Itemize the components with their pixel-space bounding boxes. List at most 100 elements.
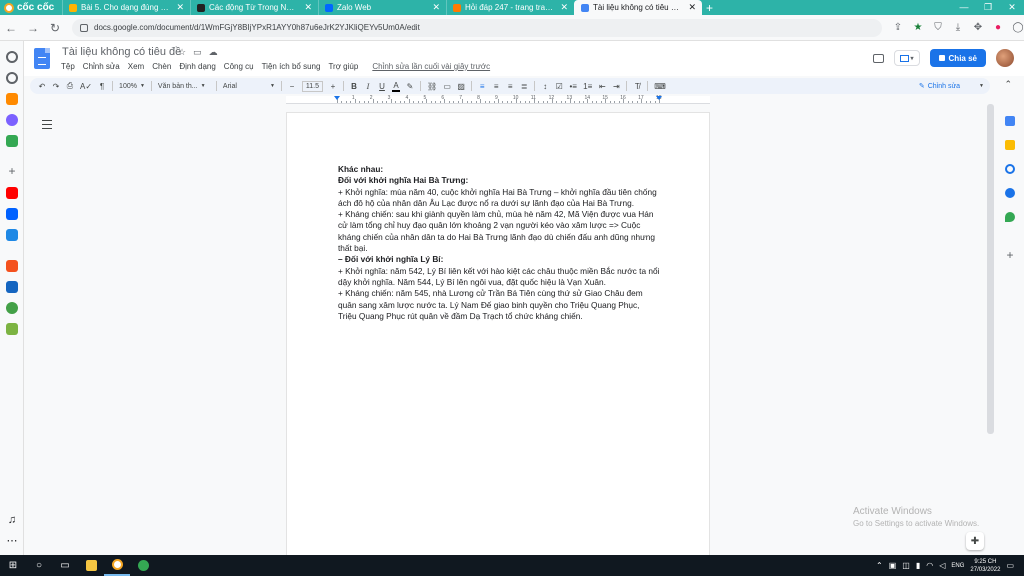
back-icon[interactable]: ← <box>0 21 22 35</box>
app-icon[interactable] <box>6 260 18 272</box>
contacts-icon[interactable] <box>1005 188 1015 198</box>
maps-icon[interactable] <box>1005 212 1015 222</box>
minimize-icon[interactable]: — <box>952 0 976 15</box>
spellcheck-icon[interactable]: A✓ <box>80 80 92 92</box>
tasks-icon[interactable] <box>1005 164 1015 174</box>
add-icon[interactable]: + <box>6 165 18 177</box>
comment-history-icon[interactable] <box>872 53 884 63</box>
ruler[interactable]: 1 2 3 4 5 6 7 8 9 10 11 12 13 14 15 16 17 18 <box>286 95 710 104</box>
style-dropdown[interactable]: Văn bản th... ▼ <box>158 83 210 90</box>
tab-close-icon[interactable]: ✕ <box>176 2 184 13</box>
document-paragraph[interactable]: + Khởi nghĩa: năm 542, Lý Bí liên kết vớ… <box>338 266 660 289</box>
more-icon[interactable]: ⋯ <box>6 535 18 547</box>
move-folder-icon[interactable]: ▭ <box>193 47 202 58</box>
document-title[interactable]: Tài liệu không có tiêu đề <box>62 46 181 58</box>
menu-edit[interactable]: Chỉnh sửa <box>83 62 120 71</box>
tab-close-icon[interactable]: ✕ <box>432 2 440 13</box>
tab-hoidap247[interactable]: Hỏi đáp 247 - trang tra lời ✕ <box>446 0 574 15</box>
share-page-icon[interactable]: ⇪ <box>892 22 904 34</box>
address-bar[interactable]: docs.google.com/document/d/1WmFGjY8BIjYP… <box>72 18 882 37</box>
align-right-icon[interactable]: ≡ <box>506 80 514 92</box>
indent-marker-icon[interactable] <box>334 96 340 100</box>
share-button[interactable]: Chia sẻ <box>929 49 986 67</box>
vertical-scrollbar[interactable] <box>987 104 994 434</box>
document-paragraph[interactable]: + Kháng chiến: sau khi giành quyền làm c… <box>338 209 660 254</box>
print-icon[interactable]: ⎙ <box>66 80 74 92</box>
menu-view[interactable]: Xem <box>128 62 144 71</box>
text-color-icon[interactable]: A <box>392 80 401 92</box>
tab-google-docs[interactable]: Tài liệu không có tiêu đề - Go ✕ <box>574 0 702 15</box>
star-icon[interactable]: ☆ <box>178 47 186 58</box>
document-paragraph[interactable]: Đối với khởi nghĩa Hai Bà Trưng: <box>338 175 660 186</box>
last-edit-link[interactable]: Chỉnh sửa lần cuối vài giây trước <box>372 62 490 71</box>
search-icon[interactable]: ○ <box>26 555 52 576</box>
document-paragraph[interactable]: + Khởi nghĩa: mùa năm 40, cuộc khởi nghĩ… <box>338 187 660 210</box>
menu-file[interactable]: Tệp <box>61 62 75 71</box>
tab-zalo[interactable]: Zalo Web ✕ <box>318 0 446 15</box>
start-icon[interactable]: ⊞ <box>0 555 26 576</box>
app-icon[interactable] <box>6 208 18 220</box>
explore-button[interactable]: ✚ <box>966 532 984 550</box>
close-window-icon[interactable]: ✕ <box>1000 0 1024 15</box>
vpn-icon[interactable]: ▣ <box>889 561 897 570</box>
editing-mode-dropdown[interactable]: ✎ Chỉnh sửa ▼ <box>919 80 984 92</box>
add-comment-icon[interactable]: ▭ <box>443 80 451 92</box>
shield-icon[interactable]: ⛉ <box>932 22 944 34</box>
document-body[interactable]: Khác nhau: Đối với khởi nghĩa Hai Bà Trư… <box>338 164 660 322</box>
language-indicator[interactable]: ENG <box>951 563 964 569</box>
checklist-icon[interactable]: ☑ <box>555 80 563 92</box>
decrease-font-icon[interactable]: − <box>288 80 296 92</box>
bookmark-star-icon[interactable]: ★ <box>912 22 924 34</box>
tab-bai5[interactable]: Bài 5. Cho dạng đúng của động ✕ <box>62 0 190 15</box>
calendar-icon[interactable] <box>1005 116 1015 126</box>
profile-icon[interactable]: ● <box>992 22 1004 34</box>
avatar[interactable] <box>996 49 1014 67</box>
maximize-icon[interactable]: ❐ <box>976 0 1000 15</box>
browser-brand[interactable]: cốc cốc <box>0 0 62 15</box>
keep-icon[interactable] <box>1005 140 1015 150</box>
settings-icon[interactable] <box>6 51 18 63</box>
align-center-icon[interactable]: ≡ <box>492 80 500 92</box>
notification-bell-icon[interactable]: ♫ <box>6 514 18 526</box>
tab-close-icon[interactable]: ✕ <box>304 2 312 13</box>
indent-marker-icon[interactable] <box>656 96 662 100</box>
app-icon[interactable] <box>6 229 18 241</box>
link-icon[interactable]: ⛓ <box>427 80 437 92</box>
document-paragraph[interactable]: Khác nhau: <box>338 164 660 175</box>
line-spacing-icon[interactable]: ↕ <box>541 80 549 92</box>
wifi-icon[interactable]: ◠ <box>926 561 933 570</box>
coccoc-icon[interactable] <box>6 93 18 105</box>
menu-insert[interactable]: Chèn <box>152 62 171 71</box>
new-tab-icon[interactable]: + <box>706 1 713 15</box>
zoom-dropdown[interactable]: 100% ▼ <box>119 83 145 90</box>
clear-formatting-icon[interactable]: T̸ <box>633 80 641 92</box>
coccoc-taskbar-icon[interactable] <box>104 555 130 576</box>
extensions-icon[interactable]: ✥ <box>972 22 984 34</box>
clock[interactable]: 9:25 CH 27/03/2022 <box>970 558 1000 574</box>
undo-icon[interactable]: ↶ <box>38 80 46 92</box>
reload-icon[interactable]: ↻ <box>44 21 66 35</box>
document-page[interactable]: Khác nhau: Đối với khởi nghĩa Hai Bà Trư… <box>286 112 710 572</box>
chevron-up-icon[interactable]: ⌃ <box>876 561 883 570</box>
app-icon[interactable] <box>6 323 18 335</box>
menu-help[interactable]: Trợ giúp <box>328 62 358 71</box>
redo-icon[interactable]: ↷ <box>52 80 60 92</box>
notifications-icon[interactable]: ▭ <box>1006 561 1014 570</box>
meet-present-button[interactable]: ▾ <box>893 50 920 66</box>
file-explorer-icon[interactable] <box>78 555 104 576</box>
bulleted-list-icon[interactable]: •≡ <box>569 80 577 92</box>
app-icon[interactable] <box>6 281 18 293</box>
tab-close-icon[interactable]: ✕ <box>688 2 696 13</box>
insert-image-icon[interactable]: ▨ <box>457 80 465 92</box>
document-outline-icon[interactable] <box>42 120 52 129</box>
highlight-icon[interactable]: ✎ <box>406 80 414 92</box>
numbered-list-icon[interactable]: 1≡ <box>583 80 592 92</box>
font-size-input[interactable]: 11.5 <box>301 80 324 92</box>
collapse-menus-icon[interactable]: ⌃ <box>1004 79 1012 90</box>
menu-icon[interactable]: ◯ <box>1012 22 1024 34</box>
document-paragraph[interactable]: – Đối với khởi nghĩa Lý Bí: <box>338 254 660 265</box>
forward-icon[interactable]: → <box>22 21 44 35</box>
network-icon[interactable]: ◫ <box>902 561 910 570</box>
align-left-icon[interactable]: ≡ <box>478 80 486 92</box>
input-tools-icon[interactable]: ⌨ <box>654 80 666 92</box>
